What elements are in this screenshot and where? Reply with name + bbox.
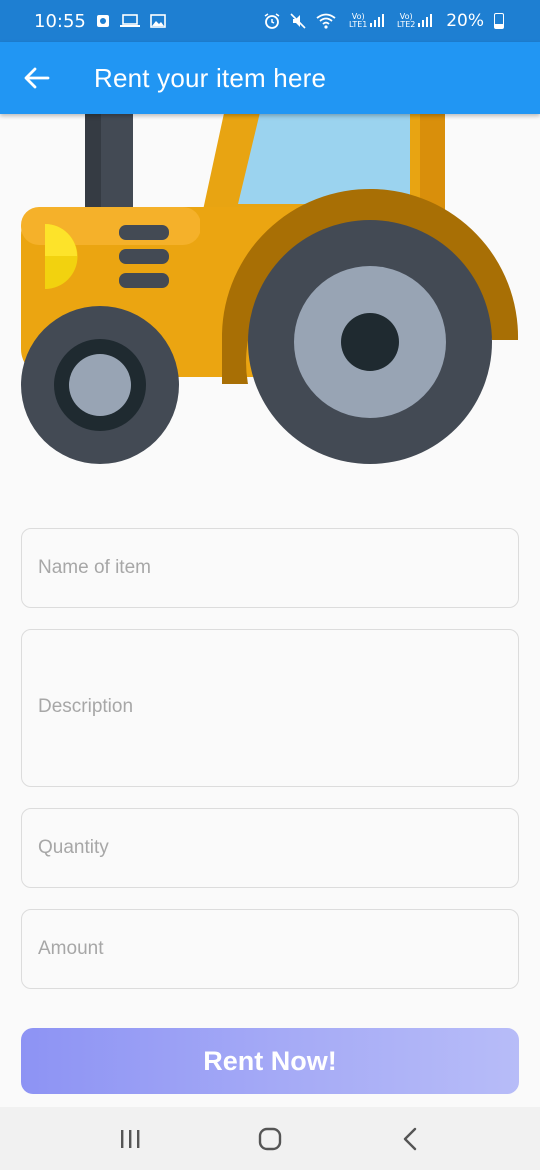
item-name-input[interactable]: [38, 557, 518, 579]
status-right: Vo) LTE1 Vo) LTE2 20%: [264, 11, 504, 31]
sim1-label: Vo) LTE1: [349, 12, 368, 29]
rent-now-button[interactable]: Rent Now!: [21, 1028, 519, 1094]
system-nav-bar: [0, 1107, 540, 1170]
app-bar: Rent your item here: [0, 42, 540, 114]
status-time: 10:55: [34, 10, 86, 32]
description-field[interactable]: [21, 629, 519, 787]
recents-icon: [119, 1129, 141, 1149]
status-left: 10:55: [34, 11, 166, 32]
arrow-left-icon: [24, 67, 50, 89]
battery-icon: [494, 13, 504, 29]
mute-icon: [290, 13, 306, 29]
description-input[interactable]: [38, 694, 518, 722]
home-button[interactable]: [230, 1107, 310, 1170]
amount-input[interactable]: [38, 938, 518, 960]
hero-illustration: [0, 114, 540, 494]
item-name-field[interactable]: [21, 528, 519, 608]
laptop-icon: [119, 14, 140, 28]
recents-button[interactable]: [90, 1107, 170, 1170]
sim2-label: Vo) LTE2: [397, 12, 416, 29]
status-bar: 10:55 Vo) LTE1 Vo) LTE2 20%: [0, 0, 540, 42]
back-button[interactable]: [0, 42, 74, 114]
signal-icon: Vo) LTE1: [346, 12, 385, 29]
quantity-input[interactable]: [38, 837, 518, 859]
page-title: Rent your item here: [94, 62, 327, 93]
battery-percent: 20%: [446, 11, 484, 31]
quantity-field[interactable]: [21, 808, 519, 888]
system-back-button[interactable]: [370, 1107, 450, 1170]
app-notification-icon: [96, 14, 110, 28]
signal-icon: Vo) LTE2: [394, 12, 433, 29]
amount-field[interactable]: [21, 909, 519, 989]
back-chevron-icon: [402, 1127, 418, 1151]
home-icon: [258, 1127, 282, 1151]
wifi-icon: [316, 13, 336, 29]
alarm-icon: [264, 13, 280, 29]
tractor-icon: [21, 114, 519, 464]
image-icon: [150, 14, 166, 28]
